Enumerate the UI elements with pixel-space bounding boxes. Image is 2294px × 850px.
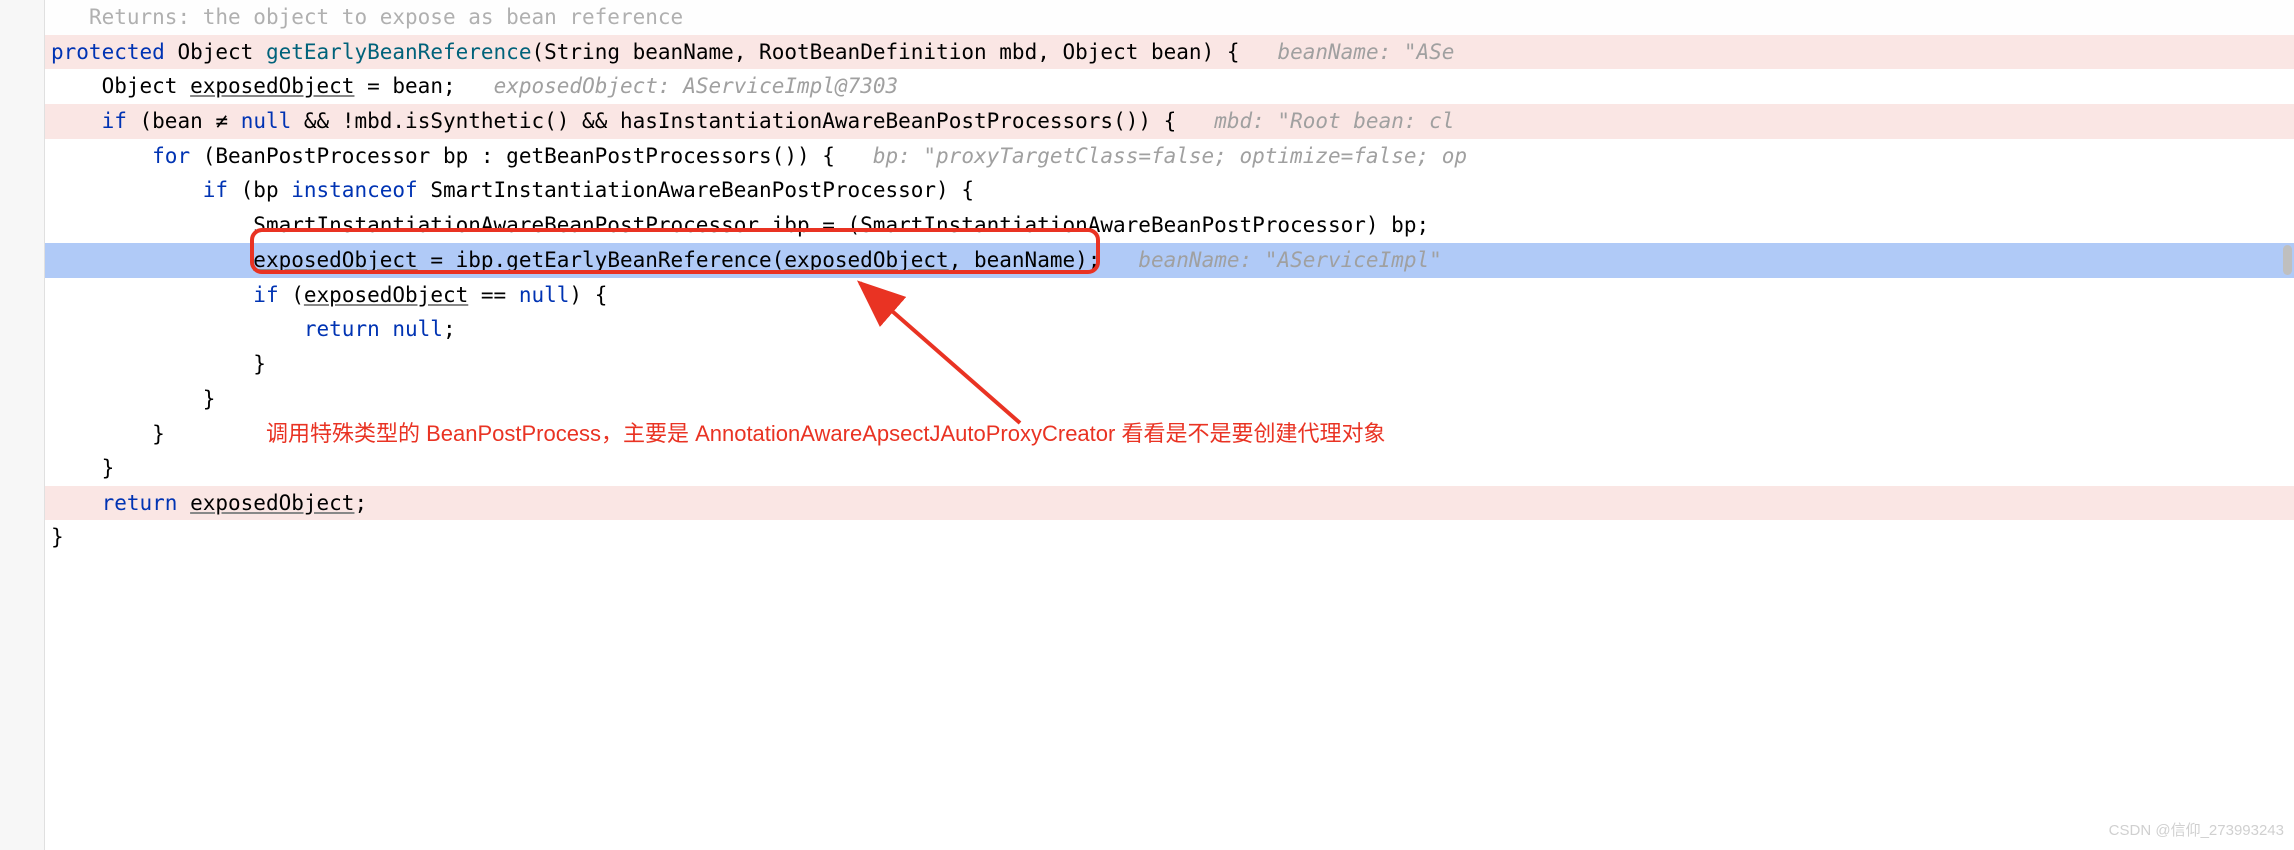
- code-line: }: [45, 451, 2294, 486]
- code-line: } 调用特殊类型的 BeanPostProcess，主要是 Annotation…: [45, 416, 2294, 451]
- code-line: for (BeanPostProcessor bp : getBeanPostP…: [45, 139, 2294, 174]
- method-signature-line: protected Object getEarlyBeanReference(S…: [45, 35, 2294, 70]
- inline-hint: mbd: "Root bean: cl: [1214, 109, 1454, 133]
- code-line: }: [45, 382, 2294, 417]
- editor-gutter: [0, 0, 45, 850]
- highlighted-execution-line: exposedObject = ibp.getEarlyBeanReferenc…: [45, 243, 2294, 278]
- scrollbar-thumb[interactable]: [2283, 245, 2292, 275]
- code-line: if (bp instanceof SmartInstantiationAwar…: [45, 173, 2294, 208]
- code-line: if (bean ≠ null && !mbd.isSynthetic() &&…: [45, 104, 2294, 139]
- code-line: }: [45, 520, 2294, 555]
- inline-hint: beanName: "AServiceImpl": [1138, 248, 1441, 272]
- code-line: Object exposedObject = bean; exposedObje…: [45, 69, 2294, 104]
- code-line: return exposedObject;: [45, 486, 2294, 521]
- code-editor[interactable]: Returns: the object to expose as bean re…: [45, 0, 2294, 850]
- watermark: CSDN @信仰_273993243: [2109, 819, 2284, 844]
- inline-hint: bp: "proxyTargetClass=false; optimize=fa…: [873, 144, 1467, 168]
- doc-comment-line: Returns: the object to expose as bean re…: [45, 0, 2294, 35]
- code-line: if (exposedObject == null) {: [45, 278, 2294, 313]
- code-line: }: [45, 347, 2294, 382]
- inline-hint: exposedObject: AServiceImpl@7303: [494, 74, 899, 98]
- inline-hint: beanName: "ASe: [1277, 40, 1454, 64]
- code-line: SmartInstantiationAwareBeanPostProcessor…: [45, 208, 2294, 243]
- code-line: return null;: [45, 312, 2294, 347]
- annotation-comment: 调用特殊类型的 BeanPostProcess，主要是 AnnotationAw…: [266, 421, 1385, 446]
